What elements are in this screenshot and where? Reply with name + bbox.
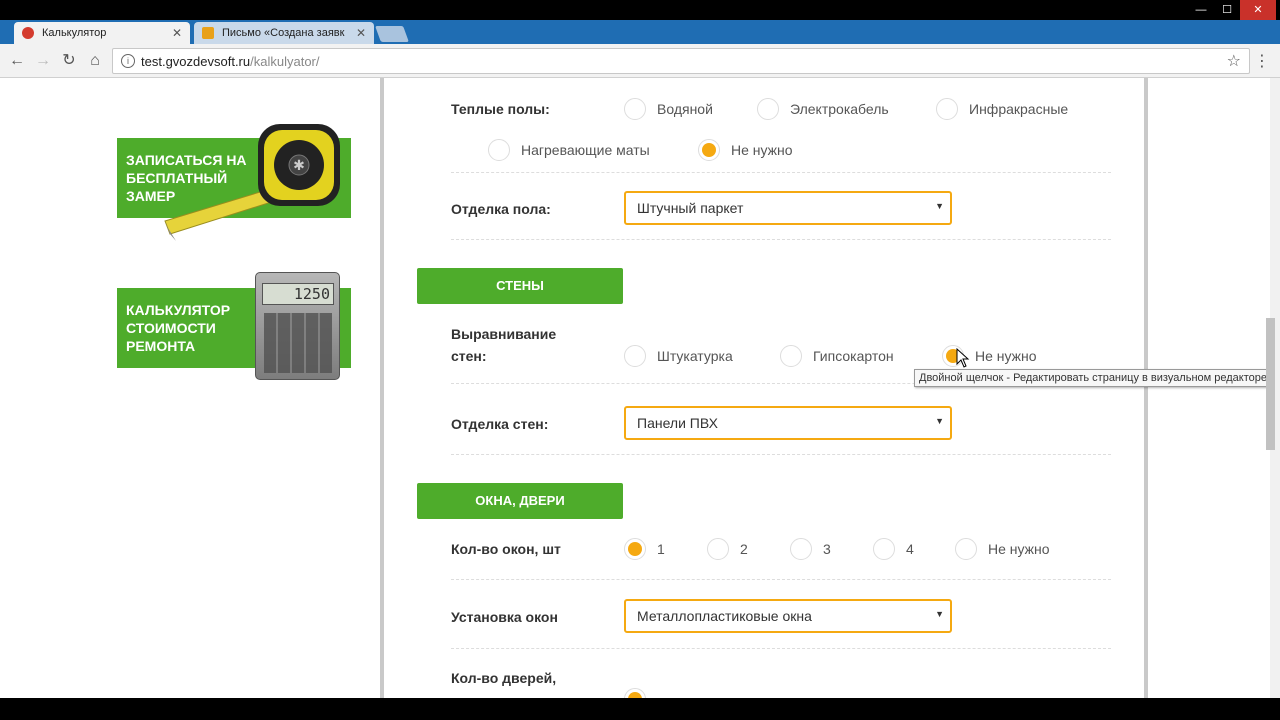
tape-measure-icon: ✱ [164,124,340,241]
new-tab-button[interactable] [375,26,409,42]
radio-dot[interactable] [624,98,646,120]
door-count-label: Кол-во дверей, [451,670,557,686]
bookmark-star-icon[interactable]: ☆ [1227,51,1241,71]
radio-dot[interactable] [707,538,729,560]
window-count-none[interactable]: Не нужно [955,538,1050,560]
mail-icon [202,27,214,39]
calc-display: 1250 [262,283,334,305]
page-viewport: Записаться на бесплатный замер ✱ Калькул… [0,78,1270,698]
window-count-4[interactable]: 4 [873,538,914,560]
divider [451,172,1111,173]
floor-finish-label: Отделка пола: [451,201,551,217]
windows-section-header: Окна, двери [417,483,623,519]
radio-dot[interactable] [757,98,779,120]
close-icon[interactable]: ✕ [356,26,366,40]
radio-label: Инфракрасные [969,101,1069,117]
tab-label: Калькулятор [42,27,107,39]
window-count-3[interactable]: 3 [790,538,831,560]
select-value: Металлопластиковые окна [637,608,812,624]
radio-label: 1 [657,541,665,557]
radio-label: Не нужно [731,142,793,158]
heating-option-mats[interactable]: Нагревающие маты [488,139,650,161]
tab-mail[interactable]: Письмо «Создана заявк ✕ [194,22,374,44]
wall-finish-select[interactable]: Панели ПВХ ▼ [624,406,952,440]
leveling-option-drywall[interactable]: Гипсокартон [780,345,894,367]
info-icon[interactable]: i [121,54,135,68]
leveling-option-plaster[interactable]: Штукатурка [624,345,733,367]
mouse-cursor-icon [956,348,970,368]
calculator-icon: 1250 [255,272,340,380]
radio-dot[interactable] [624,688,646,698]
radio-label: Гипсокартон [813,348,894,364]
window-count-2[interactable]: 2 [707,538,748,560]
dropdown-arrow-icon: ▼ [935,609,944,619]
radio-label: 2 [740,541,748,557]
divider [451,239,1111,240]
edit-tooltip: Двойной щелчок - Редактировать страницу … [914,369,1270,387]
door-count-1[interactable] [624,688,657,698]
home-icon[interactable]: ⌂ [84,50,106,72]
radio-label: Водяной [657,101,713,117]
radio-label: Не нужно [988,541,1050,557]
url-domain: test.gvozdevsoft.ru [141,53,251,69]
floor-finish-select[interactable]: Штучный паркет ▼ [624,191,952,225]
address-toolbar: ← → ↻ ⌂ i test.gvozdevsoft.ru /kalkulyat… [0,44,1280,78]
heating-option-infrared[interactable]: Инфракрасные [936,98,1068,120]
radio-dot[interactable] [873,538,895,560]
walls-section-header: Стены [417,268,623,304]
promo-label: Калькулятор стоимости ремонта [126,302,231,354]
dropdown-arrow-icon: ▼ [935,416,944,426]
url-input[interactable]: i test.gvozdevsoft.ru /kalkulyator/ ☆ [112,48,1250,74]
window-count-label: Кол-во окон, шт [451,541,561,557]
select-value: Панели ПВХ [637,415,718,431]
forward-icon[interactable]: → [32,50,54,72]
close-icon[interactable]: ✕ [172,26,182,40]
url-path: /kalkulyator/ [250,53,320,69]
window-install-label: Установка окон [451,609,558,625]
tab-bar: Калькулятор ✕ Письмо «Создана заявк ✕ [0,20,1280,44]
reload-icon[interactable]: ↻ [58,50,80,72]
radio-dot[interactable] [624,538,646,560]
radio-dot[interactable] [488,139,510,161]
back-icon[interactable]: ← [6,50,28,72]
radio-dot[interactable] [936,98,958,120]
radio-dot[interactable] [624,345,646,367]
divider [451,648,1111,649]
radio-label: Электрокабель [790,101,889,117]
radio-dot[interactable] [790,538,812,560]
radio-label: Штукатурка [657,348,733,364]
window-count-1[interactable]: 1 [624,538,665,560]
svg-text:✱: ✱ [293,158,305,174]
calc-keys [264,313,332,373]
wall-leveling-label-line1: Выравнивание [451,326,557,342]
opera-icon [22,27,34,39]
radio-dot[interactable] [698,139,720,161]
heating-option-water[interactable]: Водяной [624,98,713,120]
dropdown-arrow-icon: ▼ [935,201,944,211]
minimize-icon[interactable]: — [1188,0,1214,20]
close-window-icon[interactable]: ✕ [1240,0,1276,20]
radio-label: 4 [906,541,914,557]
tab-calculator[interactable]: Калькулятор ✕ [14,22,190,44]
divider [451,579,1111,580]
wall-leveling-label-line2: стен: [451,348,487,364]
maximize-icon[interactable]: ☐ [1214,0,1240,20]
window-install-select[interactable]: Металлопластиковые окна ▼ [624,599,952,633]
wall-finish-label: Отделка стен: [451,416,549,432]
radio-label: Не нужно [975,348,1037,364]
menu-icon[interactable]: ⋮ [1254,51,1270,71]
radio-label: 3 [823,541,831,557]
heating-option-cable[interactable]: Электрокабель [757,98,889,120]
floor-heating-label: Теплые полы: [451,101,550,117]
radio-dot[interactable] [955,538,977,560]
radio-label: Нагревающие маты [521,142,650,158]
select-value: Штучный паркет [637,200,744,216]
scrollbar-thumb[interactable] [1266,318,1275,450]
divider [451,454,1111,455]
heating-option-none[interactable]: Не нужно [698,139,793,161]
radio-dot[interactable] [780,345,802,367]
tab-label: Письмо «Создана заявк [222,27,345,39]
